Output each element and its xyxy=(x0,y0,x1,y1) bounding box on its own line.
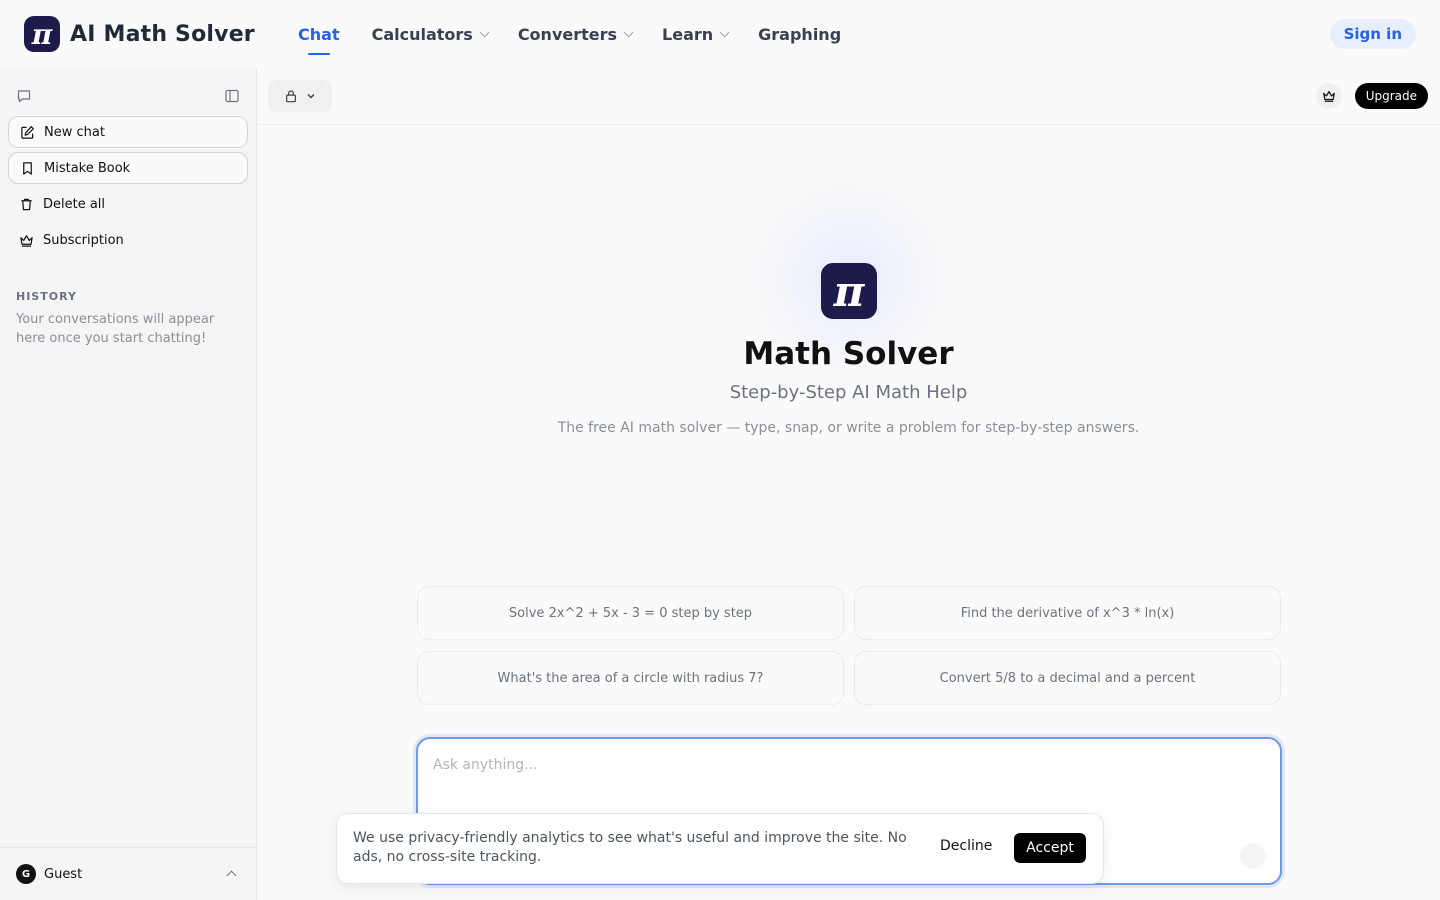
crown-icon xyxy=(20,234,33,247)
nav-converters-label: Converters xyxy=(517,24,618,44)
subscription-button[interactable]: Subscription xyxy=(8,224,248,256)
brand-name: AI Math Solver xyxy=(70,21,255,47)
trash-icon xyxy=(21,198,32,210)
sidebar-toggle-icon[interactable] xyxy=(224,88,240,104)
nav-converters[interactable]: Converters xyxy=(517,24,634,44)
chevron-down-icon xyxy=(719,26,730,37)
brand-link[interactable]: π AI Math Solver xyxy=(24,16,255,52)
message-input-placeholder: Ask anything... xyxy=(433,757,538,773)
mistake-book-button[interactable]: Mistake Book xyxy=(8,152,248,184)
hero-title: Math Solver xyxy=(743,336,954,372)
pi-logo-icon: π xyxy=(24,16,60,52)
sign-in-button[interactable]: Sign in xyxy=(1329,19,1416,49)
chevron-down-icon xyxy=(307,94,315,99)
nav-learn[interactable]: Learn xyxy=(662,24,730,44)
top-navbar: π AI Math Solver Chat Calculators Conver… xyxy=(0,0,1440,68)
suggestion-card[interactable]: Find the derivative of x^3 * ln(x) xyxy=(854,586,1281,640)
nav-chat-label: Chat xyxy=(298,24,340,44)
suggestion-card[interactable]: What's the area of a circle with radius … xyxy=(417,651,844,705)
mistake-book-label: Mistake Book xyxy=(44,160,131,176)
chevron-down-icon xyxy=(479,26,490,37)
suggestion-card[interactable]: Convert 5/8 to a decimal and a percent xyxy=(854,651,1281,705)
nav-learn-label: Learn xyxy=(662,24,714,44)
crown-icon xyxy=(1323,91,1335,102)
send-button[interactable] xyxy=(1240,843,1266,869)
decline-button[interactable]: Decline xyxy=(940,838,992,854)
delete-all-button[interactable]: Delete all xyxy=(8,188,248,220)
upgrade-button[interactable]: Upgrade xyxy=(1354,83,1428,109)
cookie-banner: We use privacy-friendly analytics to see… xyxy=(336,813,1104,884)
main-content: Upgrade π Math Solver Step-by-Step AI Ma… xyxy=(257,68,1440,900)
main-nav: Chat Calculators Converters Learn Graphi… xyxy=(298,0,873,68)
new-chat-button[interactable]: New chat xyxy=(8,116,248,148)
premium-crown-button[interactable] xyxy=(1316,83,1342,109)
history-empty-text: Your conversations will appear here once… xyxy=(16,312,215,346)
nav-chat[interactable]: Chat xyxy=(298,24,340,55)
pi-logo-icon: π xyxy=(821,263,877,319)
user-menu[interactable]: G Guest xyxy=(0,847,257,900)
delete-all-label: Delete all xyxy=(43,196,106,212)
hero-description: The free AI math solver — type, snap, or… xyxy=(557,420,1140,436)
bookmark-icon xyxy=(23,161,32,175)
visibility-selector[interactable] xyxy=(268,80,332,112)
lock-icon xyxy=(286,90,296,103)
hero-subtitle: Step-by-Step AI Math Help xyxy=(729,382,968,403)
nav-graphing[interactable]: Graphing xyxy=(758,25,841,44)
subscription-label: Subscription xyxy=(43,232,124,248)
sidebar: New chat Mistake Book Delete all Subscri… xyxy=(0,68,257,900)
user-name: Guest xyxy=(44,866,83,882)
avatar: G xyxy=(16,864,36,884)
nav-calculators[interactable]: Calculators xyxy=(371,24,490,44)
chat-bubble-icon[interactable] xyxy=(16,88,32,104)
history-heading: HISTORY xyxy=(16,290,77,303)
nav-calculators-label: Calculators xyxy=(371,24,473,44)
nav-graphing-label: Graphing xyxy=(758,24,842,44)
chevron-up-icon xyxy=(226,870,237,881)
chevron-down-icon xyxy=(623,26,634,37)
edit-icon xyxy=(21,125,34,139)
chat-toolbar: Upgrade xyxy=(257,68,1440,125)
new-chat-label: New chat xyxy=(44,124,105,140)
cookie-banner-text: We use privacy-friendly analytics to see… xyxy=(353,830,907,865)
accept-button[interactable]: Accept xyxy=(1014,833,1086,863)
suggestion-card[interactable]: Solve 2x^2 + 5x - 3 = 0 step by step xyxy=(417,586,844,640)
